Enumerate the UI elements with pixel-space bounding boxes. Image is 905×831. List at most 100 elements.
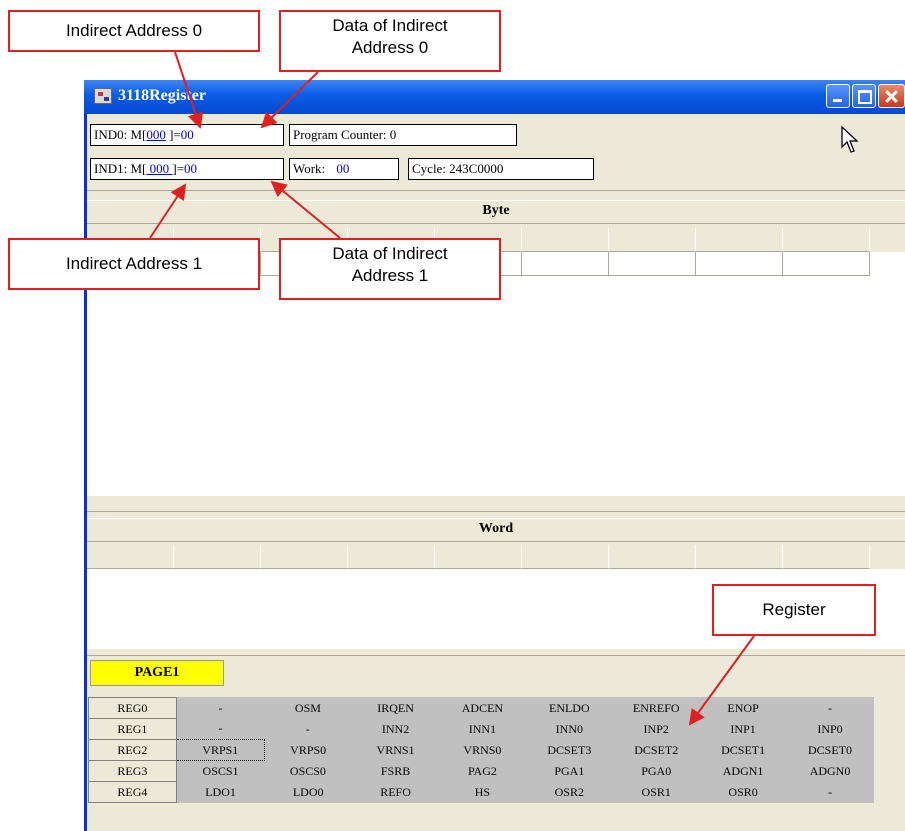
- register-row-reg1: REG1 - - INN2 INN1 INN0 INP2 INP1 INP0: [88, 718, 874, 740]
- byte-cell[interactable]: [609, 252, 696, 276]
- register-bit[interactable]: HS: [439, 782, 526, 803]
- register-row-reg2: REG2 VRPS1 VRPS0 VRNS1 VRNS0 DCSET3 DCSE…: [88, 739, 874, 761]
- register-bit[interactable]: OSR2: [526, 782, 613, 803]
- register-bit[interactable]: ENOP: [700, 698, 787, 719]
- cycle-field: Cycle: 243C0000: [408, 158, 594, 180]
- mouse-pointer-icon: [841, 125, 859, 153]
- register-table: REG0 - OSM IRQEN ADCEN ENLDO ENREFO ENOP…: [88, 697, 874, 803]
- close-button[interactable]: [878, 84, 905, 108]
- register-bit[interactable]: REFO: [352, 782, 439, 803]
- word-section-header: Word: [87, 518, 905, 542]
- callout-line: Address 1: [351, 266, 429, 285]
- register-name[interactable]: REG2: [88, 739, 177, 761]
- word-header-row: [87, 545, 873, 569]
- page1-tab[interactable]: PAGE1: [90, 660, 224, 686]
- register-bit[interactable]: INN0: [526, 719, 613, 740]
- callout-indirect-address-1: Indirect Address 1: [8, 238, 260, 290]
- ind1-address: 000: [146, 161, 173, 176]
- register-name[interactable]: REG3: [88, 760, 177, 782]
- register-bit[interactable]: OSM: [264, 698, 352, 719]
- ind0-data: 00: [180, 127, 194, 142]
- byte-section-header: Byte: [87, 200, 905, 224]
- register-bit[interactable]: LDO0: [264, 782, 352, 803]
- register-bit[interactable]: INP2: [613, 719, 700, 740]
- register-bit[interactable]: PGA1: [526, 761, 613, 782]
- register-row-reg3: REG3 OSCS1 OSCS0 FSRB PAG2 PGA1 PGA0 ADG…: [88, 760, 874, 782]
- register-bit[interactable]: -: [176, 719, 264, 740]
- byte-cell[interactable]: [783, 252, 870, 276]
- register-bit[interactable]: PAG2: [439, 761, 526, 782]
- register-row-reg4: REG4 LDO1 LDO0 REFO HS OSR2 OSR1 OSR0 -: [88, 781, 874, 803]
- word-header-cell: [783, 545, 870, 569]
- work-label: Work:: [293, 161, 326, 176]
- register-bit[interactable]: ADGN0: [787, 761, 874, 782]
- register-bit[interactable]: OSCS0: [264, 761, 352, 782]
- window-titlebar[interactable]: [84, 80, 905, 114]
- byte-cell[interactable]: [696, 252, 783, 276]
- callout-data-indirect-address-0: Data of Indirect Address 0: [279, 10, 501, 72]
- word-header-cell: [609, 545, 696, 569]
- register-bit-selected[interactable]: VRPS1: [175, 739, 265, 761]
- word-header-cell: [348, 545, 435, 569]
- word-header-cell: [522, 545, 609, 569]
- register-bit[interactable]: INP0: [787, 719, 874, 740]
- byte-header-cell: [609, 228, 696, 252]
- ind0-mid: ]=: [165, 127, 181, 142]
- byte-header-cell: [783, 228, 870, 252]
- byte-cell[interactable]: [522, 252, 609, 276]
- word-header-cell: [174, 545, 261, 569]
- register-bit[interactable]: -: [787, 782, 874, 803]
- window-title: 3118Register: [118, 87, 206, 104]
- app-icon: [94, 88, 112, 104]
- register-bit[interactable]: INN2: [352, 719, 439, 740]
- splitter[interactable]: [87, 496, 905, 512]
- register-row-reg0: REG0 - OSM IRQEN ADCEN ENLDO ENREFO ENOP…: [88, 697, 874, 719]
- program-counter-field: Program Counter: 0: [289, 124, 517, 146]
- register-bit[interactable]: PGA0: [613, 761, 700, 782]
- register-bit[interactable]: FSRB: [352, 761, 439, 782]
- register-bit[interactable]: DCSET2: [613, 740, 700, 761]
- ind1-data: 00: [184, 161, 198, 176]
- callout-register: Register: [712, 584, 876, 636]
- register-bit[interactable]: OSR1: [613, 782, 700, 803]
- register-bit[interactable]: -: [264, 719, 352, 740]
- register-bit[interactable]: -: [787, 698, 874, 719]
- callout-line: Data of Indirect: [332, 16, 448, 35]
- register-bit[interactable]: INN1: [439, 719, 526, 740]
- register-bit[interactable]: OSR0: [700, 782, 787, 803]
- register-bit[interactable]: ADCEN: [439, 698, 526, 719]
- register-bit[interactable]: DCSET1: [700, 740, 787, 761]
- word-header-cell: [696, 545, 783, 569]
- callout-line: Address 0: [351, 38, 429, 57]
- register-bit[interactable]: ENLDO: [526, 698, 613, 719]
- callout-data-indirect-address-1: Data of Indirect Address 1: [279, 238, 501, 300]
- minimize-button[interactable]: [826, 84, 850, 108]
- callout-line: Data of Indirect: [332, 244, 448, 263]
- register-name[interactable]: REG4: [88, 781, 177, 803]
- register-bit[interactable]: OSCS1: [176, 761, 264, 782]
- register-name[interactable]: REG1: [88, 718, 177, 740]
- callout-indirect-address-0: Indirect Address 0: [8, 10, 260, 52]
- register-bit[interactable]: INP1: [700, 719, 787, 740]
- ind0-address: 000: [146, 127, 166, 142]
- ind1-field: IND1: M[ 000 ]=00: [90, 158, 284, 180]
- byte-header-cell: [522, 228, 609, 252]
- maximize-button[interactable]: [852, 84, 876, 108]
- register-bit[interactable]: VRPS0: [264, 740, 352, 761]
- register-bit[interactable]: -: [176, 698, 264, 719]
- register-bit[interactable]: VRNS0: [439, 740, 526, 761]
- word-header-cell: [87, 545, 174, 569]
- register-bit[interactable]: LDO1: [176, 782, 264, 803]
- byte-header-cell: [696, 228, 783, 252]
- register-bit[interactable]: VRNS1: [352, 740, 439, 761]
- word-header-cell: [261, 545, 348, 569]
- register-bit[interactable]: ADGN1: [700, 761, 787, 782]
- register-bit[interactable]: ENREFO: [613, 698, 700, 719]
- register-bit[interactable]: DCSET0: [787, 740, 874, 761]
- register-bit[interactable]: DCSET3: [526, 740, 613, 761]
- ind1-prefix: IND1: M[: [94, 161, 147, 176]
- ind0-field: IND0: M[000 ]=00: [90, 124, 284, 146]
- register-bit[interactable]: IRQEN: [352, 698, 439, 719]
- ind1-mid: ]=: [172, 161, 185, 176]
- register-name[interactable]: REG0: [88, 697, 177, 719]
